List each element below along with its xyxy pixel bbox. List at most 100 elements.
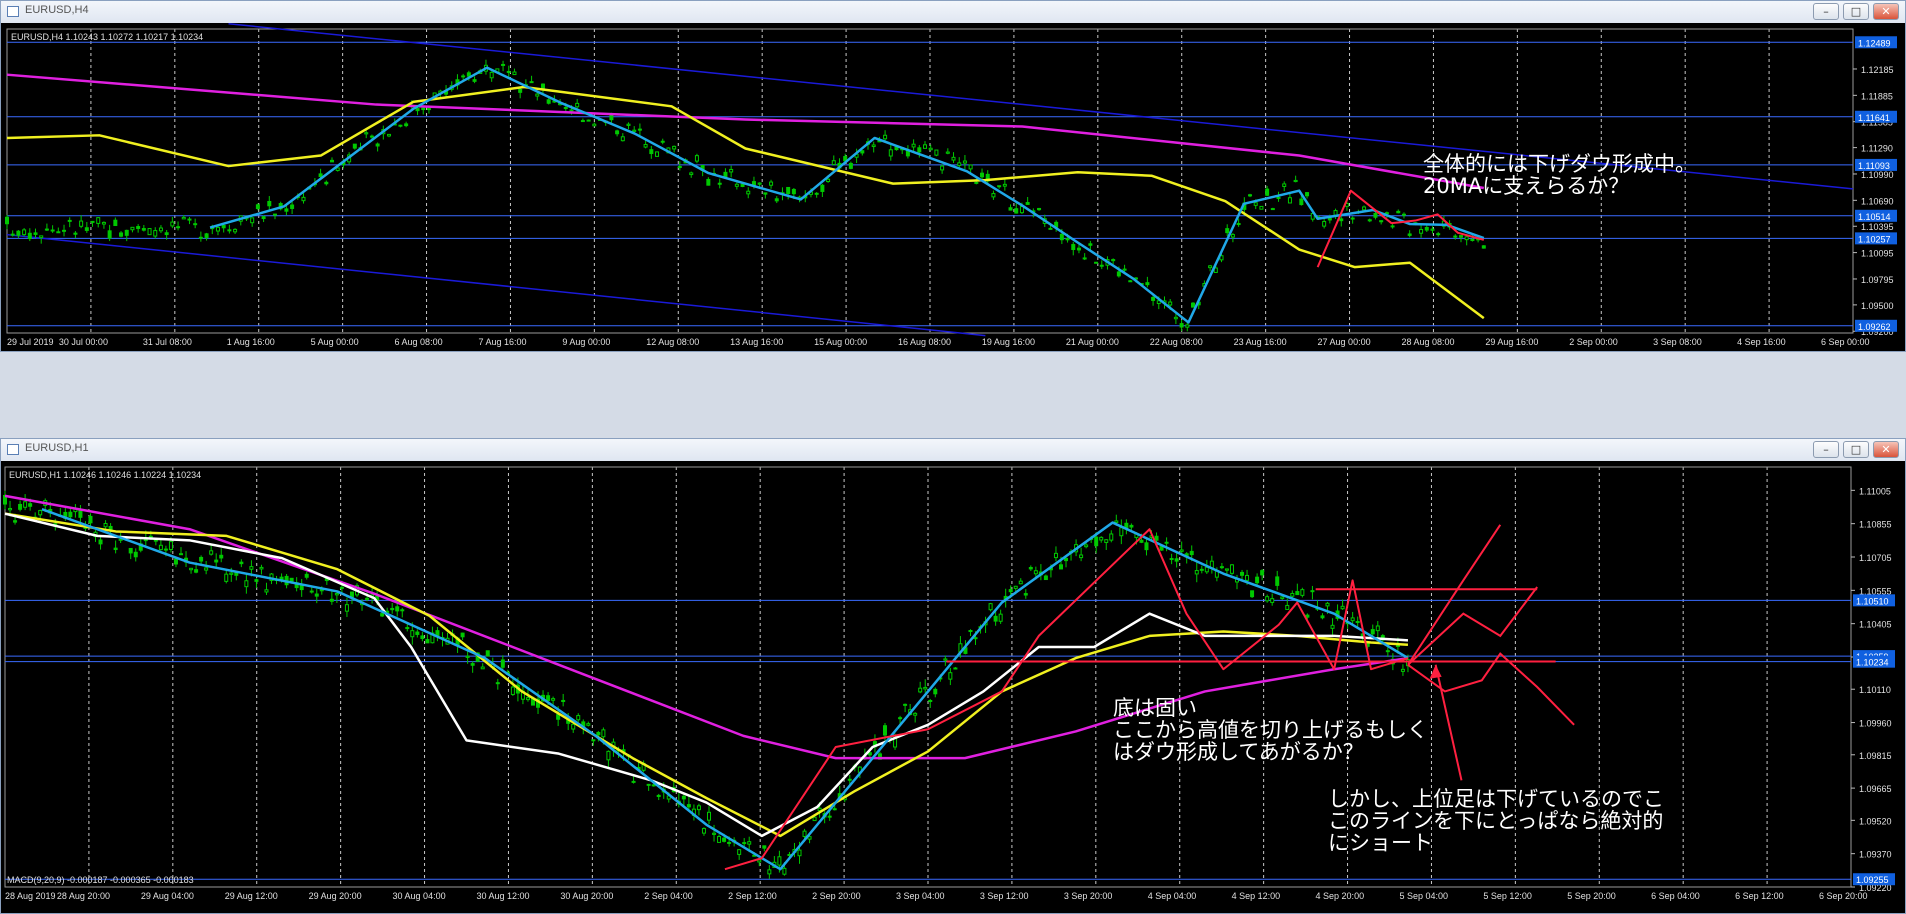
candle-body xyxy=(1340,605,1345,610)
candle-body xyxy=(267,200,272,207)
candle-body xyxy=(8,507,13,511)
candle-body xyxy=(1174,558,1179,562)
candle-body xyxy=(1407,233,1412,236)
candle-body xyxy=(421,107,426,111)
y-tick-label: 1.09500 xyxy=(1861,301,1894,311)
restore-button[interactable]: □ xyxy=(1843,3,1869,20)
candle-body xyxy=(221,224,226,229)
candle-body xyxy=(1154,535,1159,541)
candle-body xyxy=(1375,625,1380,632)
candle-body xyxy=(1401,213,1406,216)
close-button[interactable]: ✕ xyxy=(1873,441,1899,458)
candle-body xyxy=(762,845,767,849)
candle-body xyxy=(62,229,67,232)
candle-body xyxy=(786,186,791,195)
x-axis-label: 5 Sep 04:00 xyxy=(1399,891,1448,901)
candle-body xyxy=(694,155,699,162)
candle-body xyxy=(1059,233,1064,241)
candle-body xyxy=(945,151,950,154)
close-button[interactable]: ✕ xyxy=(1873,3,1899,20)
candle-body xyxy=(1053,552,1058,559)
x-axis-label: 9 Aug 00:00 xyxy=(562,337,610,347)
candle-body xyxy=(988,603,993,611)
y-tick-label: 1.10110 xyxy=(1859,685,1891,695)
annotation-line: にショート xyxy=(1328,831,1433,855)
candle-body xyxy=(107,230,112,239)
candle-body xyxy=(304,573,309,578)
x-axis-label: 2 Sep 04:00 xyxy=(644,891,693,901)
candle-body xyxy=(1028,566,1033,570)
candle-body xyxy=(706,811,711,821)
candle-body xyxy=(1325,602,1330,607)
candle-body xyxy=(38,510,43,516)
minimize-button[interactable]: – xyxy=(1813,3,1839,20)
candle-body xyxy=(1285,604,1290,610)
candle-body xyxy=(250,217,255,224)
minimize-button[interactable]: – xyxy=(1813,441,1839,458)
candle-body xyxy=(637,128,642,131)
candle-body xyxy=(480,666,485,670)
price-tag-label: 1.11093 xyxy=(1858,161,1890,171)
restore-button[interactable]: □ xyxy=(1843,441,1869,458)
candle-body xyxy=(1367,219,1372,222)
x-axis-label: 30 Aug 20:00 xyxy=(560,891,613,901)
candle-body xyxy=(329,598,334,602)
y-tick-label: 1.09795 xyxy=(1861,275,1894,285)
candle-body xyxy=(1305,192,1310,197)
candle-body xyxy=(405,627,410,630)
annotation-line: 全体的には下げダウ形成中。 xyxy=(1423,152,1696,176)
candle-body xyxy=(133,551,138,558)
candle-body xyxy=(299,584,304,591)
annotation-line: このラインを下にとっぱなら絶対的 xyxy=(1328,809,1664,833)
candle-body xyxy=(1385,650,1390,653)
candle-body xyxy=(1116,271,1121,277)
candle-body xyxy=(39,235,44,239)
x-axis-label: 19 Aug 16:00 xyxy=(982,337,1035,347)
candle-body xyxy=(656,794,661,798)
h4-titlebar[interactable]: EURUSD,H4 – □ ✕ xyxy=(1,1,1905,23)
x-axis-label: 30 Jul 00:00 xyxy=(59,337,108,347)
candle-body xyxy=(1370,629,1375,635)
candle-body xyxy=(757,859,762,863)
candle-body xyxy=(782,867,787,875)
h1-titlebar[interactable]: EURUSD,H1 – □ ✕ xyxy=(1,439,1905,461)
candle-body xyxy=(1293,179,1298,183)
candle-body xyxy=(209,550,214,555)
candle-body xyxy=(1119,527,1124,537)
x-axis-label: 29 Aug 12:00 xyxy=(225,891,278,901)
candle-body xyxy=(948,672,953,680)
candle-body xyxy=(163,548,168,551)
y-tick-label: 1.10405 xyxy=(1859,620,1892,630)
x-axis-label: 28 Aug 2019 xyxy=(5,891,56,901)
candle-body xyxy=(1208,265,1213,269)
candle-body xyxy=(1276,196,1281,199)
candle-body xyxy=(1169,558,1174,561)
candle-body xyxy=(198,236,203,239)
candle-body xyxy=(33,232,38,235)
candle-body xyxy=(1436,233,1441,236)
candle-body xyxy=(78,510,83,518)
candle-body xyxy=(1008,589,1013,593)
candle-body xyxy=(1290,592,1295,597)
x-axis-label: 6 Sep 20:00 xyxy=(1819,891,1868,901)
candle-body xyxy=(88,515,93,524)
price-tag-label: 1.10510 xyxy=(1856,596,1889,606)
x-axis-label: 4 Sep 20:00 xyxy=(1316,891,1365,901)
candle-body xyxy=(957,162,962,166)
x-axis-label: 29 Aug 20:00 xyxy=(309,891,362,901)
candle-body xyxy=(723,171,728,178)
candle-body xyxy=(933,688,938,695)
candle-body xyxy=(173,558,178,565)
h4-annotation: 全体的には下げダウ形成中。 20MAに支えらるか？ xyxy=(1423,153,1696,197)
candle-body xyxy=(164,232,169,236)
candle-body xyxy=(1265,596,1270,602)
candle-body xyxy=(1018,580,1023,585)
candle-body xyxy=(832,808,837,811)
candle-body xyxy=(1111,259,1116,262)
candle-body xyxy=(187,218,192,221)
candle-body xyxy=(1151,297,1156,301)
candle-body xyxy=(1424,227,1429,231)
candle-body xyxy=(1033,570,1038,575)
candle-body xyxy=(141,228,146,231)
candle-body xyxy=(592,123,597,127)
